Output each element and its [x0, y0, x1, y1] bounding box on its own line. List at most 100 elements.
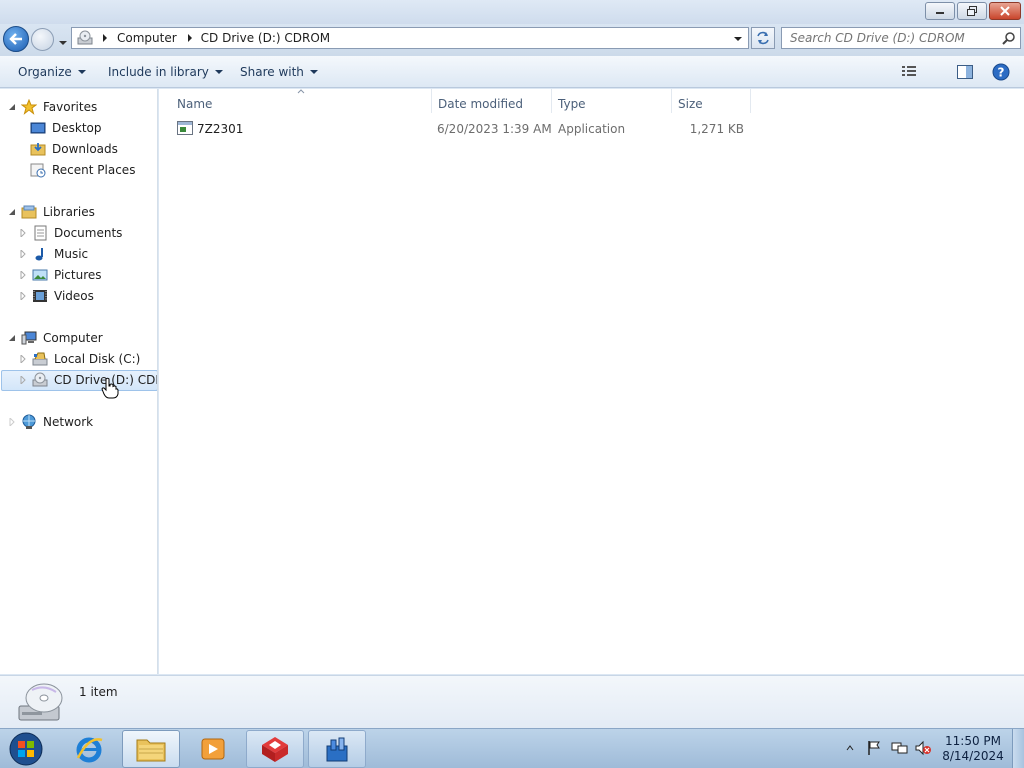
sidebar-item-cd-drive[interactable]: CD Drive (D:) CDROM [20, 370, 157, 390]
collapsed-arrow-icon [9, 418, 15, 426]
hand-cursor-icon [101, 377, 119, 399]
column-header-date-modified[interactable]: Date modified [438, 93, 523, 115]
sort-ascending-icon [297, 89, 305, 94]
collapsed-arrow-icon [20, 271, 26, 279]
refresh-icon [757, 31, 769, 45]
column-header-size[interactable]: Size [678, 93, 703, 115]
search-input[interactable] [782, 31, 1002, 45]
music-icon [35, 248, 43, 261]
help-button[interactable]: ? [992, 63, 1010, 84]
restore-icon [967, 6, 977, 16]
breadcrumb-computer[interactable]: Computer [117, 31, 177, 45]
sidebar-item-local-disk[interactable]: Local Disk (C:) [20, 349, 140, 369]
column-divider[interactable] [671, 89, 672, 113]
sidebar-item-label: Music [54, 247, 89, 261]
downloads-folder-icon [30, 143, 46, 156]
refresh-button[interactable] [751, 27, 775, 49]
action-center-flag-icon[interactable] [866, 740, 882, 756]
sidebar-item-recent-places[interactable]: Recent Places [30, 160, 135, 180]
minimize-button[interactable] [925, 2, 955, 20]
taskbar-windows-explorer[interactable] [122, 730, 180, 768]
recent-pages-dropdown[interactable] [58, 36, 68, 50]
organize-menu[interactable]: Organize [18, 65, 86, 79]
sidebar-item-pictures[interactable]: Pictures [20, 265, 102, 285]
taskbar-media-player[interactable] [184, 730, 242, 768]
sidebar-item-documents[interactable]: Documents [20, 223, 122, 243]
file-name: 7Z2301 [197, 122, 244, 136]
recent-places-icon [30, 163, 46, 178]
taskbar-app-red[interactable] [246, 730, 304, 768]
address-history-dropdown-icon[interactable] [733, 35, 743, 43]
column-header-name[interactable]: Name [177, 93, 212, 115]
address-bar[interactable]: Computer CD Drive (D:) CDROM [71, 27, 749, 49]
clock[interactable]: 11:50 PM 8/14/2024 [940, 734, 1006, 764]
star-icon [21, 99, 37, 115]
share-with-menu[interactable]: Share with [240, 65, 318, 79]
include-in-library-menu[interactable]: Include in library [108, 65, 223, 79]
sidebar-libraries[interactable]: Libraries [9, 202, 95, 222]
sidebar-item-label: Recent Places [52, 163, 136, 177]
cd-drive-icon [77, 30, 93, 46]
forward-button[interactable] [31, 28, 54, 51]
collapsed-arrow-icon [20, 250, 26, 258]
preview-pane-icon [957, 65, 973, 79]
file-type: Application [558, 122, 626, 136]
preview-pane-button[interactable] [956, 64, 974, 83]
column-divider[interactable] [431, 89, 432, 113]
column-header-type[interactable]: Type [558, 93, 586, 115]
breadcrumb-arrow-icon [187, 34, 192, 42]
expanded-arrow-icon [9, 209, 15, 215]
column-divider[interactable] [750, 89, 751, 113]
sidebar-libraries-label: Libraries [43, 205, 95, 219]
sidebar-item-label: Pictures [54, 268, 102, 282]
close-button[interactable] [989, 2, 1021, 20]
clock-time: 11:50 PM [945, 734, 1001, 748]
maximize-button[interactable] [957, 2, 987, 20]
show-hidden-icons-icon[interactable] [846, 744, 854, 752]
sidebar-item-music[interactable]: Music [20, 244, 88, 264]
sidebar-network-label: Network [43, 415, 94, 429]
share-with-label: Share with [240, 65, 304, 79]
close-icon [1000, 6, 1010, 16]
back-button[interactable] [3, 26, 29, 52]
videos-icon [33, 290, 47, 302]
show-desktop-button[interactable] [1012, 729, 1024, 768]
back-arrow-icon [9, 33, 22, 45]
sidebar-item-videos[interactable]: Videos [20, 286, 94, 306]
sidebar-computer[interactable]: Computer [9, 328, 103, 348]
file-date-modified: 6/20/2023 1:39 AM [437, 122, 552, 136]
sidebar-item-downloads[interactable]: Downloads [30, 139, 118, 159]
organize-label: Organize [18, 65, 72, 79]
column-divider[interactable] [551, 89, 552, 113]
blue-tool-app-icon [326, 737, 348, 762]
change-view-button[interactable] [901, 64, 927, 78]
collapsed-arrow-icon [20, 292, 26, 300]
sidebar-network[interactable]: Network [9, 412, 93, 432]
sidebar-item-label: Documents [54, 226, 123, 240]
navigation-pane: Favorites Desktop Downloads Recent Place… [0, 89, 158, 674]
start-orb-icon [9, 732, 43, 766]
search-icon[interactable] [1002, 31, 1016, 45]
sidebar-item-label: Desktop [52, 121, 102, 135]
media-player-icon [201, 738, 225, 760]
collapsed-arrow-icon [20, 229, 26, 237]
breadcrumb-cd-drive[interactable]: CD Drive (D:) CDROM [201, 31, 330, 45]
taskbar-app-blue[interactable] [308, 730, 366, 768]
sidebar-favorites[interactable]: Favorites [9, 97, 97, 117]
network-status-icon[interactable] [890, 740, 908, 756]
sidebar-favorites-label: Favorites [43, 100, 98, 114]
start-button[interactable] [6, 730, 46, 768]
libraries-icon [21, 205, 37, 219]
documents-icon [34, 225, 47, 241]
taskbar-internet-explorer[interactable] [60, 730, 118, 768]
details-pane: 1 item [0, 675, 1024, 728]
navigation-bar: Computer CD Drive (D:) CDROM [0, 24, 1024, 56]
search-box[interactable] [781, 27, 1021, 49]
clock-date: 8/14/2024 [942, 749, 1004, 763]
expanded-arrow-icon [9, 104, 15, 110]
pictures-icon [32, 269, 48, 281]
file-size: 1,271 KB [689, 122, 744, 136]
volume-muted-icon[interactable] [914, 740, 932, 756]
include-in-library-label: Include in library [108, 65, 209, 79]
sidebar-item-desktop[interactable]: Desktop [30, 118, 102, 138]
